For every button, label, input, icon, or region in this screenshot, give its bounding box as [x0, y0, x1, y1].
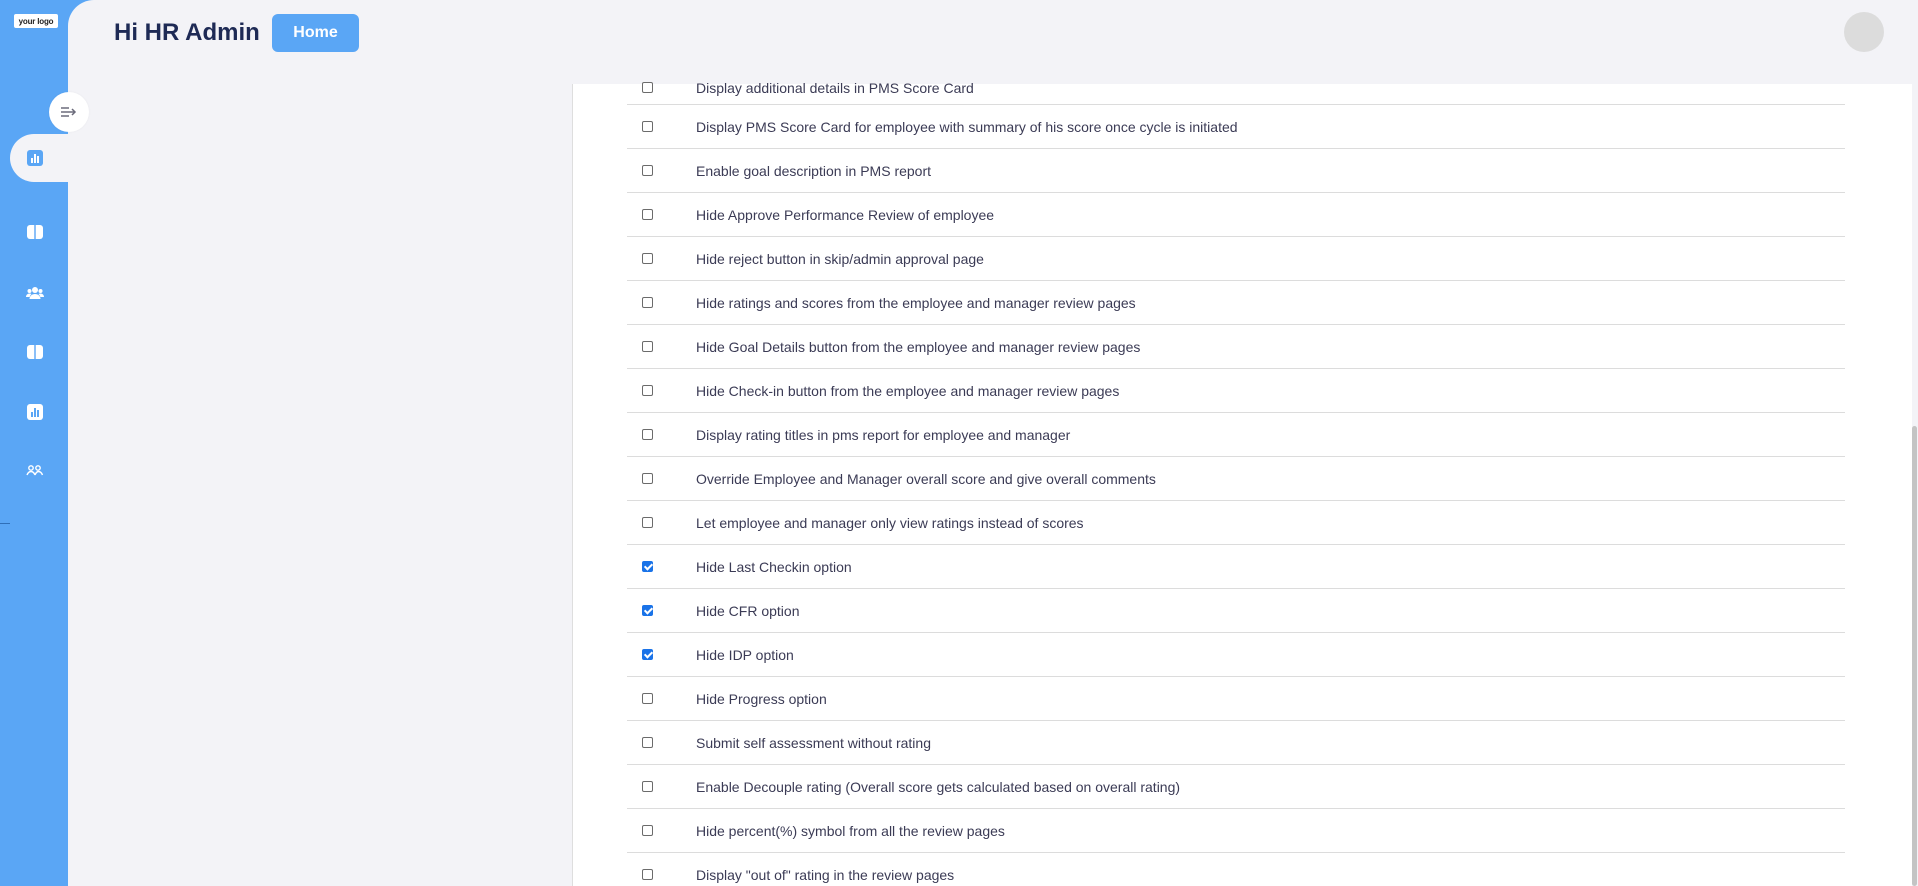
setting-option-row: Display rating titles in pms report for …: [627, 413, 1845, 457]
setting-option-label: Hide Approve Performance Review of emplo…: [696, 206, 995, 223]
setting-option-row: Hide reject button in skip/admin approva…: [627, 237, 1845, 281]
setting-option-row: Submit self assessment without rating: [627, 721, 1845, 765]
setting-checkbox[interactable]: [642, 252, 653, 264]
setting-option-label: Override Employee and Manager overall sc…: [696, 470, 1156, 487]
setting-option-row: Override Employee and Manager overall sc…: [627, 457, 1845, 501]
setting-checkbox[interactable]: [642, 736, 653, 748]
chart-icon: [27, 404, 43, 420]
settings-options-list: Display additional details in PMS Score …: [627, 72, 1845, 886]
setting-option-row: Hide percent(%) symbol from all the revi…: [627, 809, 1845, 853]
setting-checkbox[interactable]: [642, 648, 653, 660]
setting-option-label: Hide reject button in skip/admin approva…: [696, 250, 984, 267]
setting-option-row: Enable Decouple rating (Overall score ge…: [627, 765, 1845, 809]
setting-option-label: Hide percent(%) symbol from all the revi…: [696, 822, 1005, 839]
setting-checkbox[interactable]: [642, 164, 653, 176]
setting-option-label: Display rating titles in pms report for …: [696, 426, 1071, 443]
sidebar-collapse-button[interactable]: [49, 92, 89, 132]
main-content: Hi HR Admin Home Display additional deta…: [68, 0, 1918, 886]
settings-panel: Display additional details in PMS Score …: [572, 80, 1918, 886]
page-greeting: Hi HR Admin: [114, 19, 260, 46]
setting-option-row: Display additional details in PMS Score …: [627, 72, 1845, 105]
setting-option-label: Hide CFR option: [696, 602, 800, 619]
scrollbar-thumb[interactable]: [1912, 426, 1917, 886]
book-icon: [27, 225, 43, 239]
setting-option-row: Hide ratings and scores from the employe…: [627, 281, 1845, 325]
sidebar-item-reviews[interactable]: [25, 342, 45, 362]
setting-checkbox[interactable]: [642, 692, 653, 704]
setting-checkbox[interactable]: [642, 208, 653, 220]
setting-option-label: Display additional details in PMS Score …: [696, 80, 974, 96]
setting-option-label: Hide Check-in button from the employee a…: [696, 382, 1120, 399]
setting-option-row: Hide IDP option: [627, 633, 1845, 677]
setting-option-row: Hide CFR option: [627, 589, 1845, 633]
setting-option-row: Display PMS Score Card for employee with…: [627, 105, 1845, 149]
setting-option-row: Enable goal description in PMS report: [627, 149, 1845, 193]
sidebar-item-goals[interactable]: [25, 222, 45, 242]
setting-option-label: Hide Goal Details button from the employ…: [696, 338, 1141, 355]
setting-option-label: Display PMS Score Card for employee with…: [696, 118, 1238, 135]
setting-checkbox[interactable]: [642, 428, 653, 440]
users-icon: [26, 287, 44, 299]
setting-option-label: Hide IDP option: [696, 646, 794, 663]
setting-checkbox[interactable]: [642, 824, 653, 836]
setting-option-label: Submit self assessment without rating: [696, 734, 931, 751]
user-avatar[interactable]: [1844, 12, 1884, 52]
setting-checkbox[interactable]: [642, 296, 653, 308]
setting-option-row: Hide Progress option: [627, 677, 1845, 721]
setting-option-label: Hide ratings and scores from the employe…: [696, 294, 1136, 311]
setting-option-label: Enable Decouple rating (Overall score ge…: [696, 778, 1181, 795]
sidebar-item-dashboard[interactable]: [25, 148, 45, 168]
setting-checkbox[interactable]: [642, 604, 653, 616]
company-logo[interactable]: your logo: [14, 14, 58, 28]
setting-option-label: Display "out of" rating in the review pa…: [696, 866, 955, 883]
setting-option-row: Hide Goal Details button from the employ…: [627, 325, 1845, 369]
collapse-arrow-icon: [61, 107, 77, 117]
sidebar-item-reports[interactable]: [25, 402, 45, 422]
setting-option-row: Hide Last Checkin option: [627, 545, 1845, 589]
setting-option-row: Hide Check-in button from the employee a…: [627, 369, 1845, 413]
setting-option-label: Hide Progress option: [696, 690, 827, 707]
book-icon: [27, 345, 43, 359]
setting-checkbox[interactable]: [642, 82, 653, 93]
setting-option-label: Hide Last Checkin option: [696, 558, 852, 575]
sidebar: your logo: [0, 0, 72, 886]
setting-option-label: Let employee and manager only view ratin…: [696, 514, 1084, 531]
setting-option-row: Let employee and manager only view ratin…: [627, 501, 1845, 545]
setting-option-label: Enable goal description in PMS report: [696, 162, 932, 179]
chart-icon: [27, 150, 43, 166]
setting-checkbox[interactable]: [642, 340, 653, 352]
setting-checkbox[interactable]: [642, 560, 653, 572]
setting-option-row: Hide Approve Performance Review of emplo…: [627, 193, 1845, 237]
sidebar-divider: [0, 523, 10, 524]
sidebar-item-team[interactable]: [25, 283, 45, 303]
setting-checkbox[interactable]: [642, 516, 653, 528]
setting-checkbox[interactable]: [642, 780, 653, 792]
sidebar-item-settings[interactable]: [25, 460, 45, 480]
setting-option-row: Display "out of" rating in the review pa…: [627, 853, 1845, 886]
settings-people-icon: [26, 465, 44, 476]
setting-checkbox[interactable]: [642, 472, 653, 484]
setting-checkbox[interactable]: [642, 384, 653, 396]
home-button[interactable]: Home: [272, 14, 359, 52]
setting-checkbox[interactable]: [642, 120, 653, 132]
setting-checkbox[interactable]: [642, 868, 653, 880]
